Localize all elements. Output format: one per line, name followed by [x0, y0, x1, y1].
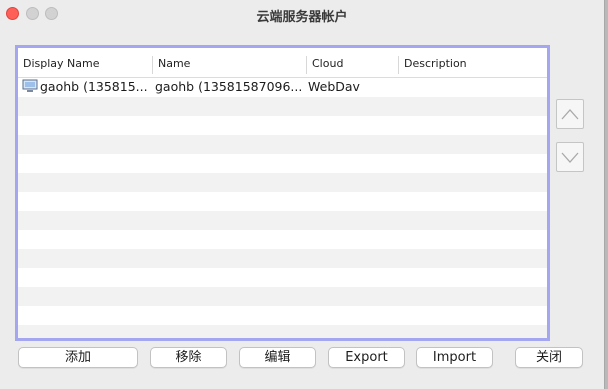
empty-row [18, 97, 547, 116]
cell-cloud: WebDav [308, 79, 360, 94]
empty-row [18, 173, 547, 192]
empty-row [18, 154, 547, 173]
column-header-display-name[interactable]: Display Name [18, 56, 152, 74]
chevron-down-icon [561, 152, 579, 163]
account-icon [22, 79, 38, 92]
column-header-cloud[interactable]: Cloud [306, 56, 399, 74]
move-down-button[interactable] [556, 142, 584, 172]
remove-button[interactable]: 移除 [150, 347, 227, 368]
edit-button[interactable]: 编辑 [239, 347, 316, 368]
empty-row [18, 116, 547, 135]
title-bar: 云端服务器帐户 [0, 0, 604, 28]
add-button[interactable]: 添加 [18, 347, 138, 368]
close-button[interactable]: 关闭 [515, 347, 583, 368]
accounts-table[interactable]: Display Name Name Cloud Description gaoh… [15, 45, 550, 341]
empty-row [18, 211, 547, 230]
column-header-name[interactable]: Name [152, 56, 306, 74]
window-title: 云端服务器帐户 [256, 10, 348, 25]
empty-row [18, 230, 547, 249]
empty-row [18, 325, 547, 338]
column-header-description[interactable]: Description [398, 56, 547, 74]
empty-row [18, 249, 547, 268]
cell-name: gaohb (13581587096... [155, 79, 303, 94]
empty-row [18, 268, 547, 287]
table-body: gaohb (135815... gaohb (13581587096... W… [18, 78, 547, 338]
empty-row [18, 306, 547, 325]
table-row[interactable]: gaohb (135815... gaohb (13581587096... W… [18, 78, 547, 97]
chevron-up-icon [561, 109, 579, 120]
import-button[interactable]: Import [416, 347, 493, 368]
empty-row [18, 287, 547, 306]
export-button[interactable]: Export [328, 347, 405, 368]
empty-row [18, 135, 547, 154]
cell-display-name: gaohb (135815... [40, 79, 148, 94]
table-header: Display Name Name Cloud Description [18, 48, 547, 78]
move-up-button[interactable] [556, 99, 584, 129]
empty-row [18, 192, 547, 211]
cloud-accounts-window: 云端服务器帐户 Display Name Name Cloud Descript… [0, 0, 605, 389]
